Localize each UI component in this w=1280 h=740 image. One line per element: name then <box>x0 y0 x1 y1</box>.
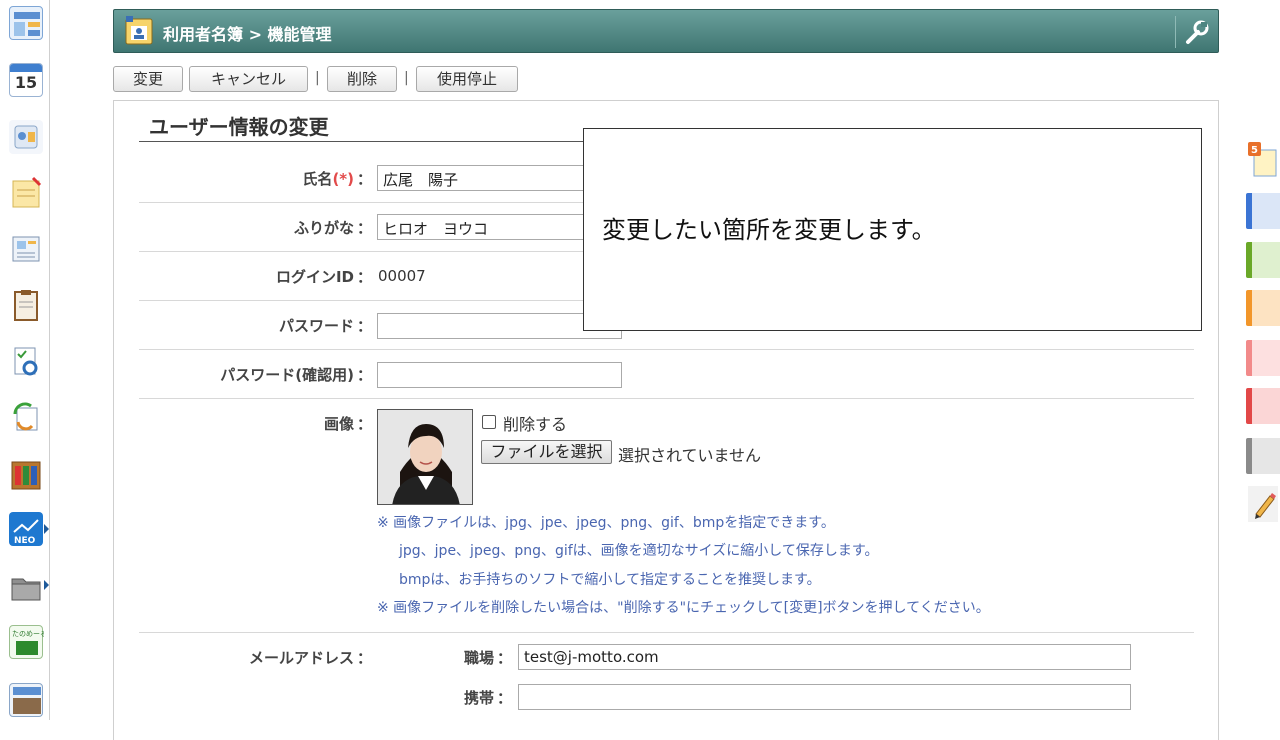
delete-image-label: 削除する <box>503 415 568 434</box>
file-status-text: 選択されていません <box>618 446 762 465</box>
service-banner-icon[interactable] <box>9 683 43 717</box>
neo-expand-arrow-icon[interactable] <box>44 524 49 534</box>
image-label: 画像 <box>323 415 354 433</box>
change-button[interactable]: 変更 <box>113 66 183 92</box>
choose-file-button[interactable]: ファイルを選択 <box>481 440 612 464</box>
colon: ： <box>497 649 513 667</box>
colon: ： <box>357 366 373 384</box>
password-confirm-label: パスワード(確認用) <box>220 366 354 384</box>
toolbar-separator: | <box>404 70 409 86</box>
form-title: ユーザー情報の変更 <box>149 115 329 139</box>
image-note: ※ 画像ファイルは、jpg、jpe、jpeg、png、gif、bmpを指定できま… <box>377 515 835 531</box>
delete-image-checkbox[interactable] <box>482 415 496 429</box>
color-tab-red[interactable] <box>1246 388 1280 424</box>
colon: ： <box>497 689 513 707</box>
color-tab-green[interactable] <box>1246 242 1280 278</box>
colon: ： <box>357 170 373 188</box>
colon: ： <box>357 415 373 433</box>
mail-mobile-label: 携帯 <box>463 689 494 707</box>
suspend-button[interactable]: 使用停止 <box>416 66 518 92</box>
colon: ： <box>357 317 373 335</box>
row-divider <box>139 398 1194 399</box>
toolbar-separator: | <box>315 70 320 86</box>
colon: ： <box>357 268 373 286</box>
delete-button[interactable]: 削除 <box>327 66 397 92</box>
notes-badge-count: 5 <box>1251 145 1258 156</box>
image-note: jpg、jpe、jpeg、png、gifは、画像を適切なサイズに縮小して保存しま… <box>399 543 879 559</box>
pencil-icon[interactable] <box>1248 486 1278 522</box>
header-divider <box>1175 16 1176 48</box>
folder-icon[interactable] <box>9 570 43 604</box>
notes-icon[interactable]: 5 <box>1248 142 1278 178</box>
neo-label: NEO <box>14 536 36 546</box>
color-tab-pink[interactable] <box>1246 340 1280 376</box>
login-id-value: 00007 <box>378 267 426 285</box>
image-note: bmpは、お手持ちのソフトで縮小して指定することを推奨します。 <box>399 572 821 588</box>
required-mark: (*) <box>332 170 354 188</box>
neo-icon[interactable]: NEO <box>9 512 43 546</box>
page-title: 利用者名簿 > 機能管理 <box>163 25 332 44</box>
memo-icon[interactable] <box>9 176 43 210</box>
address-book-icon <box>123 16 155 46</box>
todo-search-icon[interactable] <box>9 345 43 379</box>
password-confirm-field[interactable] <box>377 362 622 388</box>
color-tab-gray[interactable] <box>1246 438 1280 474</box>
folder-expand-arrow-icon[interactable] <box>44 580 49 590</box>
portal-icon[interactable] <box>9 6 43 40</box>
login-id-label: ログインID <box>275 268 354 286</box>
callout-text: 変更したい箇所を変更します。 <box>602 216 936 244</box>
row-divider <box>139 632 1194 633</box>
function-header: 利用者名簿 > 機能管理 <box>113 9 1219 53</box>
row-divider <box>139 349 1194 350</box>
color-tab-blue[interactable] <box>1246 193 1280 229</box>
right-sidebar: 5 <box>1246 140 1280 540</box>
calendar-day: 15 <box>14 73 38 92</box>
workflow-icon[interactable] <box>9 400 43 434</box>
user-photo <box>377 409 473 505</box>
instruction-callout: 変更したい箇所を変更します。 <box>583 128 1202 331</box>
password-label: パスワード <box>278 317 354 335</box>
color-tab-orange[interactable] <box>1246 290 1280 326</box>
mail-work-field[interactable]: test@j-motto.com <box>518 644 1131 670</box>
name-label: 氏名(*) <box>302 170 354 188</box>
wrench-icon[interactable] <box>1182 18 1210 46</box>
svg-text:たのめーる: たのめーる <box>12 630 44 638</box>
calendar-icon[interactable]: 15 <box>9 63 43 97</box>
mail-mobile-field[interactable] <box>518 684 1131 710</box>
colon: ： <box>357 219 373 237</box>
kana-label: ふりがな <box>293 219 354 237</box>
cabinet-icon[interactable] <box>9 458 43 492</box>
cancel-button[interactable]: キャンセル <box>189 66 308 92</box>
colon: ： <box>357 649 373 667</box>
image-note: ※ 画像ファイルを削除したい場合は、"削除する"にチェックして[変更]ボタンを押… <box>377 600 990 616</box>
tanome-banner-icon[interactable]: たのめーる <box>9 625 47 659</box>
mail-address-label: メールアドレス <box>248 649 354 667</box>
mail-work-label: 職場 <box>463 649 494 667</box>
board-icon[interactable] <box>9 233 43 267</box>
title-underline <box>139 141 584 142</box>
facility-icon[interactable] <box>9 120 43 154</box>
clipboard-icon[interactable] <box>9 288 43 322</box>
left-sidebar: 15 NEO たのめーる <box>0 0 50 720</box>
